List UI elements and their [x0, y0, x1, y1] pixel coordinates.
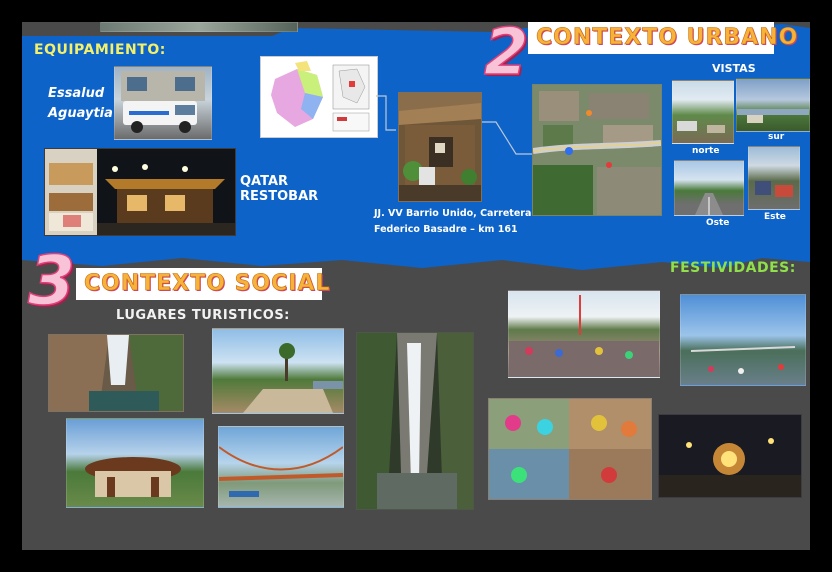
view-norte-photo [672, 80, 734, 144]
poster-board: EQUIPAMIENTO: Essalud Aguaytia QATAR RES… [22, 22, 810, 550]
social-title-banner: CONTEXTO SOCIAL [76, 268, 330, 300]
views-label: VISTAS [712, 62, 756, 75]
section-number-2: 2 [483, 22, 529, 91]
equipment-label: EQUIPAMIENTO: [34, 42, 166, 58]
qatar-label: QATAR RESTOBAR [240, 174, 318, 204]
tourist-places-label: LUGARES TURISTICOS: [116, 308, 290, 323]
tourist-waterfall-rocks-photo [48, 334, 184, 412]
social-title: CONTEXTO SOCIAL [84, 271, 331, 297]
address-line2: Federico Basadre – km 161 [374, 224, 518, 235]
address-text: JJ. VV Barrio Unido, Carretera Federico … [374, 206, 531, 238]
view-este-photo [748, 146, 800, 210]
view-sur-photo [736, 78, 810, 132]
essalud-ambulance-photo [114, 66, 212, 140]
view-norte-label: norte [692, 146, 720, 156]
view-este-label: Este [764, 212, 786, 222]
top-photo-strip [100, 22, 298, 32]
satellite-map [532, 84, 662, 216]
tourist-park-photo [212, 328, 344, 414]
view-oeste-photo [674, 160, 744, 216]
urban-title: CONTEXTO URBANO [536, 25, 799, 51]
tourist-round-house-photo [66, 418, 204, 508]
tourist-bridge-photo [218, 426, 344, 508]
view-oeste-label: Oste [706, 218, 730, 228]
urban-title-banner: CONTEXTO URBANO [528, 22, 798, 54]
essalud-line2: Aguaytia [48, 106, 113, 121]
address-line1: JJ. VV Barrio Unido, Carretera [374, 208, 532, 219]
festivity-dancers-photo [488, 398, 652, 500]
qatar-line2: RESTOBAR [240, 189, 319, 204]
festivities-label: FESTIVIDADES: [670, 260, 796, 276]
festivity-river-photo [680, 294, 806, 386]
section-number-3: 3 [27, 241, 76, 322]
view-sur-label: sur [768, 132, 785, 142]
site-house-photo [398, 92, 482, 202]
festivity-crowd-photo [508, 290, 660, 378]
qatar-line1: QATAR [240, 174, 289, 189]
festivity-bonfire-photo [658, 414, 802, 498]
essalud-label: Essalud Aguaytia [48, 84, 113, 124]
region-location-map [260, 56, 378, 138]
tourist-waterfall-photo [356, 332, 474, 510]
essalud-line1: Essalud [48, 86, 105, 101]
qatar-restobar-photo [44, 148, 236, 236]
